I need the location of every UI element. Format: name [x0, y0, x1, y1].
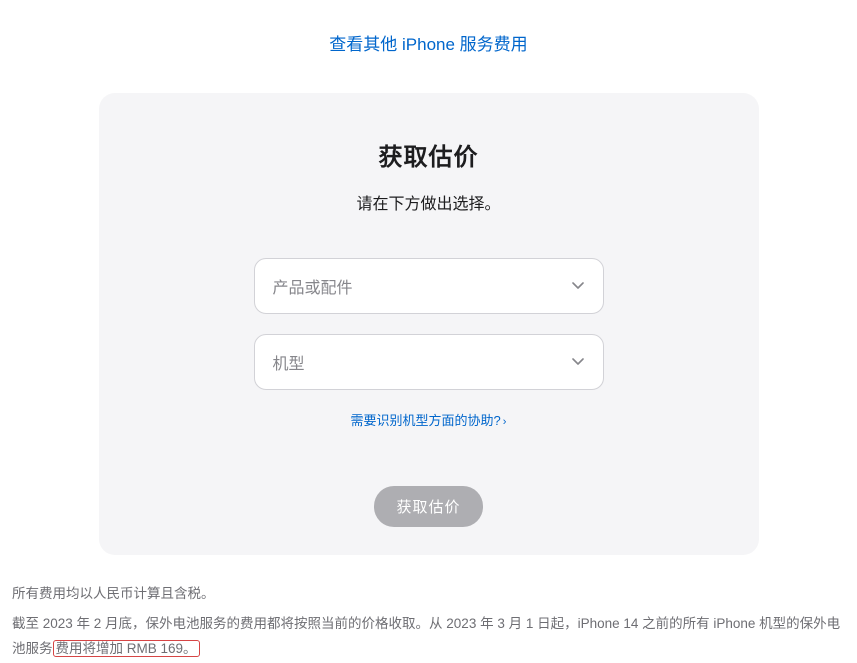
chevron-right-icon: › [503, 416, 507, 428]
footer-tax-note: 所有费用均以人民币计算且含税。 [12, 581, 842, 607]
model-select-placeholder: 机型 [273, 350, 305, 374]
chevron-down-icon [571, 279, 585, 293]
footer-price-highlight: 费用将增加 RMB 169。 [53, 640, 200, 657]
top-other-services-link: 查看其他 iPhone 服务费用 [0, 30, 857, 55]
footer-price-change-note: 截至 2023 年 2 月底，保外电池服务的费用都将按照当前的价格收取。从 20… [12, 611, 842, 662]
footer-notes: 所有费用均以人民币计算且含税。 截至 2023 年 2 月底，保外电池服务的费用… [12, 581, 842, 662]
view-other-iphone-service-link[interactable]: 查看其他 iPhone 服务费用 [329, 35, 527, 54]
chevron-down-icon [571, 355, 585, 369]
help-identify-model-link[interactable]: 需要识别机型方面的协助?› [351, 413, 507, 428]
estimate-card: 获取估价 请在下方做出选择。 产品或配件 机型 需要识别机型方面的协助?› 获取… [99, 93, 759, 555]
product-select[interactable]: 产品或配件 [254, 258, 604, 314]
get-estimate-button[interactable]: 获取估价 [374, 486, 482, 527]
help-identify-model-row: 需要识别机型方面的协助?› [119, 410, 739, 430]
model-select[interactable]: 机型 [254, 334, 604, 390]
card-title: 获取估价 [119, 137, 739, 172]
help-identify-model-label: 需要识别机型方面的协助? [351, 413, 501, 428]
product-select-placeholder: 产品或配件 [273, 274, 353, 298]
card-subtitle: 请在下方做出选择。 [119, 190, 739, 214]
